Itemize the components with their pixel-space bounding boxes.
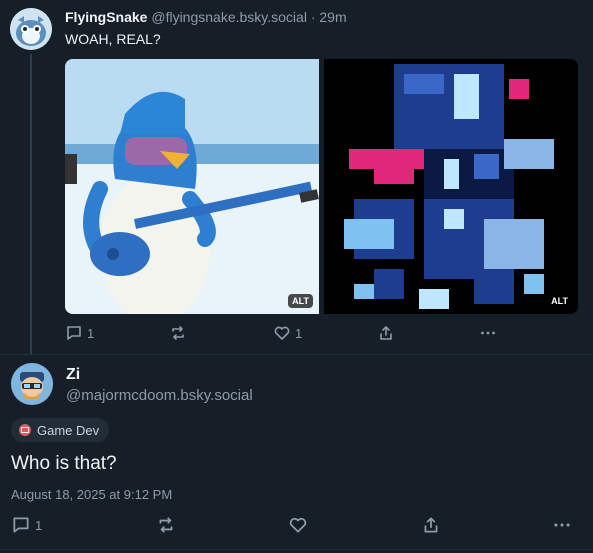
share-icon bbox=[377, 324, 395, 342]
more-options-button[interactable] bbox=[552, 514, 572, 536]
avatar[interactable] bbox=[11, 363, 53, 405]
share-icon bbox=[421, 515, 441, 535]
image-gallery: ALT ALT bbox=[65, 59, 578, 314]
author-handle[interactable]: @flyingsnake.bsky.social bbox=[151, 9, 307, 25]
author-name[interactable]: FlyingSnake bbox=[65, 9, 147, 25]
reply-icon bbox=[11, 515, 31, 535]
more-dots-icon bbox=[479, 324, 497, 342]
label-text: Game Dev bbox=[37, 422, 100, 438]
image-penguin-guitar[interactable]: ALT bbox=[65, 59, 319, 314]
parent-post[interactable]: FlyingSnake @flyingsnake.bsky.social · 2… bbox=[0, 0, 593, 355]
image-pixel-art-character[interactable]: ALT bbox=[324, 59, 578, 314]
post-meta: FlyingSnake @flyingsnake.bsky.social · 2… bbox=[65, 9, 347, 25]
post-time[interactable]: 29m bbox=[319, 9, 346, 25]
author-name[interactable]: Zi bbox=[66, 366, 80, 384]
post-action-bar: 1 bbox=[11, 514, 581, 536]
reply-icon bbox=[65, 324, 83, 342]
post-action-bar: 1 1 bbox=[65, 322, 505, 344]
like-button[interactable] bbox=[288, 514, 312, 536]
repost-icon bbox=[169, 324, 187, 342]
like-button[interactable]: 1 bbox=[273, 322, 302, 344]
meta-separator: · bbox=[310, 9, 316, 25]
repost-button[interactable] bbox=[169, 322, 191, 344]
label-badge[interactable]: Game Dev bbox=[11, 418, 110, 442]
thread-connector-line bbox=[30, 54, 32, 354]
share-button[interactable] bbox=[377, 322, 395, 344]
repost-button[interactable] bbox=[156, 514, 180, 536]
post-timestamp[interactable]: August 18, 2025 at 9:12 PM bbox=[11, 487, 172, 502]
alt-text-badge[interactable]: ALT bbox=[547, 294, 572, 308]
thread-view: FlyingSnake @flyingsnake.bsky.social · 2… bbox=[0, 0, 593, 553]
alt-text-badge[interactable]: ALT bbox=[288, 294, 313, 308]
more-options-button[interactable] bbox=[479, 322, 497, 344]
divider bbox=[0, 549, 593, 550]
more-dots-icon bbox=[552, 515, 572, 535]
repost-icon bbox=[156, 515, 176, 535]
heart-icon bbox=[288, 515, 308, 535]
reply-button[interactable]: 1 bbox=[65, 322, 94, 344]
reply-button[interactable]: 1 bbox=[11, 514, 42, 536]
share-button[interactable] bbox=[421, 514, 441, 536]
like-count: 1 bbox=[295, 325, 303, 341]
reply-count: 1 bbox=[87, 325, 95, 341]
game-controller-icon bbox=[19, 424, 31, 436]
author-handle[interactable]: @majormcdoom.bsky.social bbox=[66, 387, 253, 404]
post-text: Who is that? bbox=[11, 453, 117, 474]
divider bbox=[0, 354, 593, 355]
reply-count: 1 bbox=[35, 517, 43, 533]
avatar[interactable] bbox=[10, 8, 52, 50]
heart-icon bbox=[273, 324, 291, 342]
post-text: WOAH, REAL? bbox=[65, 31, 161, 47]
